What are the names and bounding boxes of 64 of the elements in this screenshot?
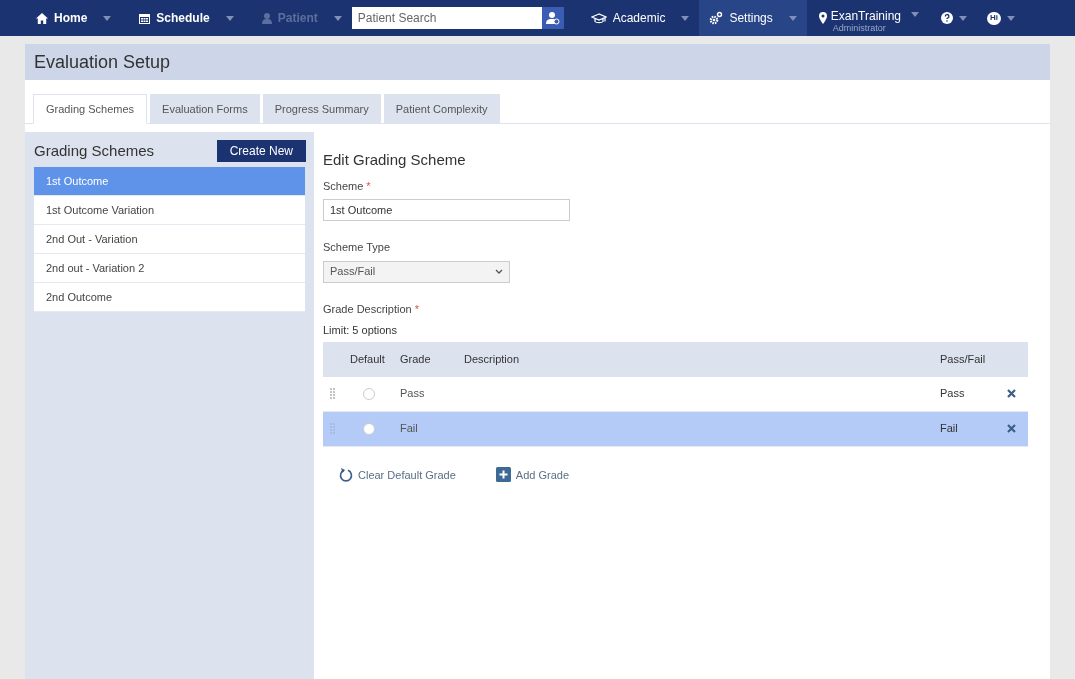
grade-cell-text: Fail <box>400 421 419 437</box>
calendar-icon <box>139 12 151 24</box>
tab[interactable]: Progress Summary <box>262 94 381 124</box>
field-label: Scheme Type <box>323 240 392 255</box>
user-menu[interactable]: ExanTraining Administrator <box>806 0 931 36</box>
column-header: Pass/Fail <box>940 351 987 367</box>
caret-icon <box>103 15 112 21</box>
caret-icon <box>1007 15 1015 21</box>
default-radio[interactable] <box>363 387 375 400</box>
column-header: Grade <box>400 351 432 367</box>
field-label: Scheme <box>323 178 364 194</box>
scheme-name-field[interactable]: 1st Outcome <box>323 199 570 221</box>
scheme-list-item[interactable]: 2nd Out - Variation <box>34 225 305 254</box>
field-label: Grade Description <box>323 301 412 317</box>
tab[interactable]: Evaluation Forms <box>150 94 260 124</box>
drag-handle-icon[interactable] <box>330 388 335 399</box>
plus-icon <box>495 467 511 483</box>
column-header: Description <box>464 351 521 367</box>
scheme-list-item[interactable]: 1st Outcome Variation <box>34 196 305 225</box>
nav-menu[interactable]: Settings <box>699 0 807 36</box>
scheme-type-dropdown[interactable]: Pass/Fail <box>323 260 510 283</box>
grade-row[interactable]: Fail Fail <box>323 411 1028 447</box>
help-icon <box>941 12 953 24</box>
scheme-list-item[interactable]: 2nd out - Variation 2 <box>34 254 305 283</box>
editor-title: Edit Grading Scheme <box>323 150 467 170</box>
pass-fail-cell-text: Pass <box>940 386 966 402</box>
patient-lookup-button[interactable] <box>541 7 564 29</box>
patient-search-field[interactable]: Patient Search <box>351 7 542 29</box>
person-icon <box>261 12 272 24</box>
person-icon <box>545 11 560 25</box>
pass-fail-cell-text: Fail <box>940 421 959 437</box>
default-radio[interactable] <box>363 422 375 435</box>
chat-badge: Hi <box>987 11 1001 25</box>
grade-cell-text: Pass <box>400 386 426 402</box>
chevron-down-icon <box>495 269 503 274</box>
limit-text: Limit: 5 options <box>323 323 398 338</box>
caret-icon <box>911 11 919 17</box>
scheme-list-item[interactable]: 2nd Outcome <box>34 283 305 312</box>
nav-link[interactable]: Schedule <box>139 9 234 27</box>
caret-icon <box>333 15 342 21</box>
sidebar-title: Grading Schemes <box>34 140 155 161</box>
close-icon[interactable] <box>1007 389 1016 398</box>
caret-icon <box>959 15 967 21</box>
page-title: Evaluation Setup <box>34 50 171 74</box>
chat-menu[interactable]: Hi <box>977 11 1025 25</box>
add-grade-button[interactable]: Add Grade <box>495 466 570 483</box>
location-pin-icon <box>818 12 827 24</box>
home-icon <box>36 12 48 24</box>
required-mark: * <box>366 178 371 194</box>
caret-icon <box>225 15 234 21</box>
close-icon[interactable] <box>1007 424 1016 433</box>
caret-icon <box>681 15 690 21</box>
nav-link[interactable]: Home <box>36 9 112 27</box>
tab[interactable]: Grading Schemes <box>33 94 148 124</box>
column-header: Default <box>349 351 386 367</box>
caret-icon <box>788 15 797 21</box>
required-mark: * <box>414 301 419 317</box>
gears-icon <box>709 11 724 25</box>
clear-default-grade-button[interactable]: Clear Default Grade <box>339 466 456 483</box>
create-new-button[interactable]: Create New <box>216 140 306 162</box>
tab[interactable]: Patient Complexity <box>383 94 500 124</box>
graduation-cap-icon <box>590 12 607 24</box>
refresh-icon <box>339 467 353 483</box>
nav-menu[interactable]: Academic <box>580 0 700 36</box>
